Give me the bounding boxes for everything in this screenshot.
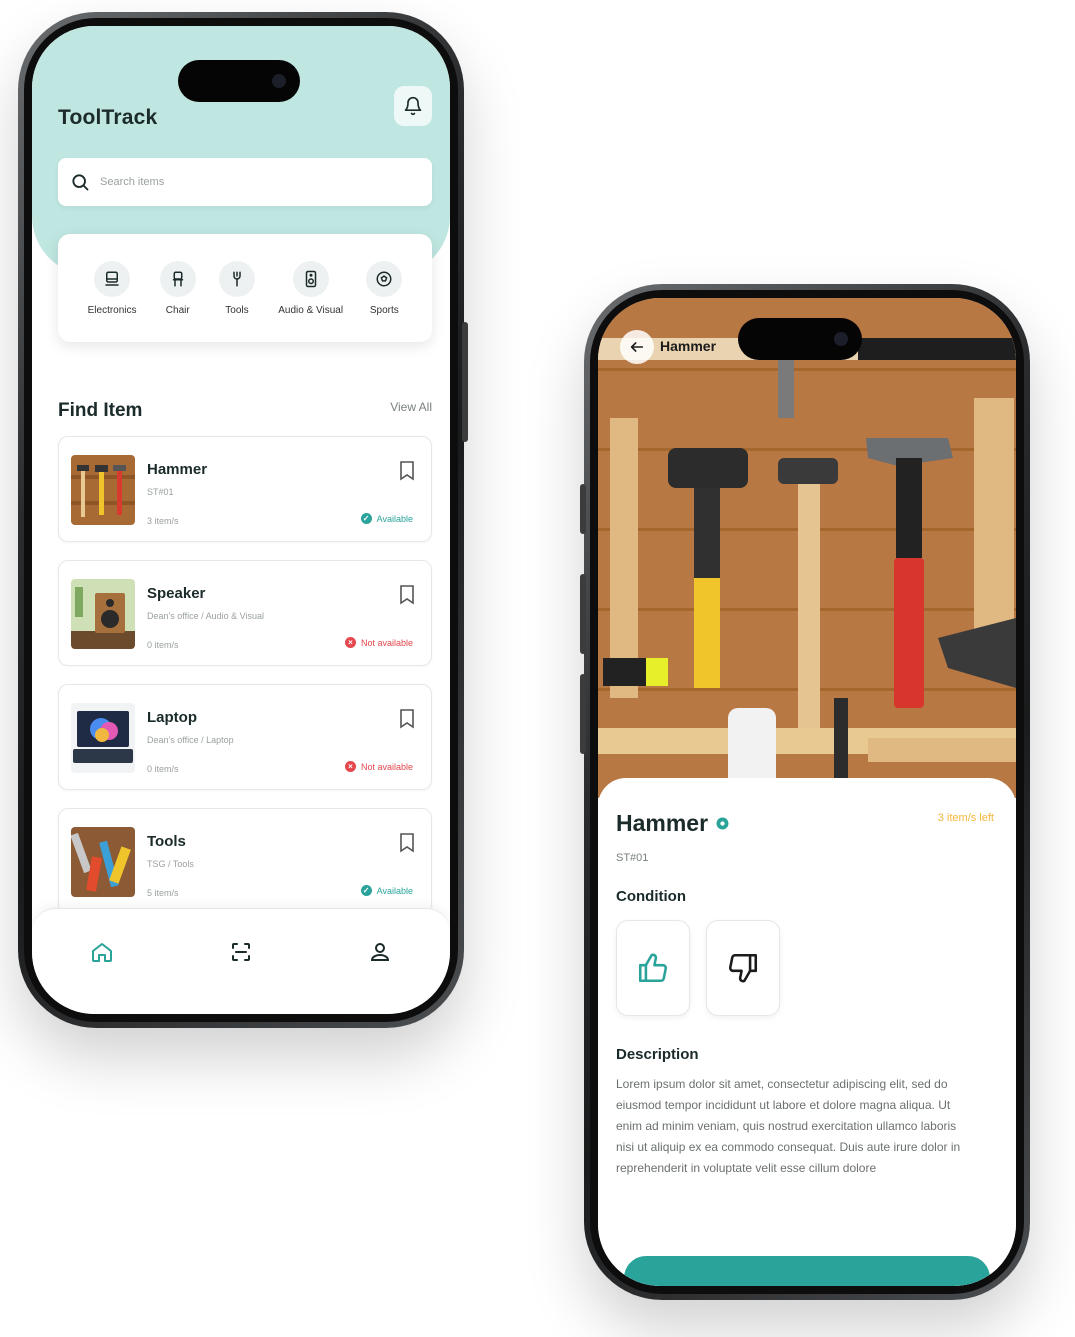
item-photo bbox=[598, 298, 1016, 798]
laptop-thumbnail bbox=[71, 703, 135, 773]
chair-icon bbox=[172, 271, 183, 286]
home-screen: ToolTrack Electronics Chair Tools A bbox=[32, 26, 450, 1014]
dynamic-island bbox=[738, 318, 862, 360]
borrow-button[interactable] bbox=[624, 1256, 990, 1286]
category-bar: Electronics Chair Tools Audio & Visual S… bbox=[58, 234, 432, 342]
scan-icon[interactable] bbox=[229, 940, 253, 964]
items-left-label: 3 item/s left bbox=[937, 812, 994, 824]
category-electronics[interactable]: Electronics bbox=[87, 260, 137, 316]
ball-icon bbox=[376, 271, 392, 286]
item-title: Hammer bbox=[616, 810, 729, 837]
item-card-tools[interactable]: Tools TSG / Tools 5 item/s ✓ Available bbox=[58, 808, 432, 914]
category-audio-visual[interactable]: Audio & Visual bbox=[278, 260, 344, 316]
condition-title: Condition bbox=[616, 888, 686, 905]
section-title: Find Item bbox=[58, 400, 143, 421]
category-sports[interactable]: Sports bbox=[366, 260, 403, 316]
phone-home: ToolTrack Electronics Chair Tools A bbox=[18, 12, 468, 1028]
phone-detail: Hammer Hammer 3 item/s left ST#01 Condit… bbox=[580, 284, 1030, 1300]
item-name: Speaker bbox=[147, 585, 206, 602]
bottom-nav bbox=[32, 908, 450, 1014]
item-card-speaker[interactable]: Speaker Dean's office / Audio & Visual 0… bbox=[58, 560, 432, 666]
power-button bbox=[462, 322, 468, 442]
status-badge: ✓ Available bbox=[360, 885, 413, 896]
header-title: Hammer bbox=[660, 338, 717, 354]
bell-icon bbox=[404, 96, 422, 116]
action-button bbox=[580, 484, 586, 534]
item-location: Dean's office / Audio & Visual bbox=[147, 611, 264, 621]
monitor-icon bbox=[105, 271, 119, 286]
description-text: Lorem ipsum dolor sit amet, consectetur … bbox=[616, 1077, 961, 1175]
bookmark-icon[interactable] bbox=[399, 461, 415, 481]
category-label: Sports bbox=[369, 304, 399, 316]
hammer-thumbnail bbox=[71, 455, 135, 525]
volume-up-button bbox=[580, 574, 586, 654]
status-badge: × Not available bbox=[344, 637, 413, 648]
category-label: Chair bbox=[165, 304, 190, 316]
description-title: Description bbox=[616, 1046, 699, 1063]
check-icon: ✓ bbox=[360, 885, 372, 896]
item-card-laptop[interactable]: Laptop Dean's office / Laptop 0 item/s ×… bbox=[58, 684, 432, 790]
bookmark-icon[interactable] bbox=[399, 585, 415, 605]
thumbs-up-button[interactable] bbox=[616, 920, 690, 1016]
arrow-left-icon bbox=[630, 342, 644, 352]
app-title: ToolTrack bbox=[58, 106, 158, 129]
thumbs-up-icon bbox=[638, 953, 668, 983]
search-input[interactable] bbox=[100, 176, 380, 188]
detail-screen: Hammer Hammer 3 item/s left ST#01 Condit… bbox=[598, 298, 1016, 1286]
wrench-icon bbox=[233, 271, 241, 286]
back-button[interactable] bbox=[620, 330, 654, 364]
dynamic-island bbox=[178, 60, 300, 102]
item-count: 5 item/s bbox=[147, 888, 179, 898]
profile-icon[interactable] bbox=[368, 940, 392, 964]
home-icon[interactable] bbox=[90, 940, 114, 964]
search-icon bbox=[72, 174, 89, 191]
item-location: ST#01 bbox=[147, 487, 174, 497]
search-bar[interactable] bbox=[58, 158, 432, 206]
x-icon: × bbox=[344, 761, 356, 772]
thumbs-down-icon bbox=[728, 953, 758, 983]
item-name: Laptop bbox=[147, 709, 197, 726]
speaker-thumbnail bbox=[71, 579, 135, 649]
item-code: ST#01 bbox=[616, 852, 649, 864]
bookmark-icon[interactable] bbox=[399, 709, 415, 729]
category-label: Audio & Visual bbox=[278, 304, 344, 316]
category-label: Electronics bbox=[87, 304, 137, 316]
status-badge: × Not available bbox=[344, 761, 413, 772]
check-icon: ✓ bbox=[360, 513, 372, 524]
tools-thumbnail bbox=[71, 827, 135, 897]
item-name: Tools bbox=[147, 833, 186, 850]
category-label: Tools bbox=[225, 304, 249, 316]
volume-down-button bbox=[580, 674, 586, 754]
speaker-icon bbox=[305, 270, 316, 287]
item-location: Dean's office / Laptop bbox=[147, 735, 234, 745]
bookmark-icon[interactable] bbox=[399, 833, 415, 853]
item-name: Hammer bbox=[147, 461, 208, 478]
item-count: 0 item/s bbox=[147, 764, 179, 774]
category-tools[interactable]: Tools bbox=[218, 260, 255, 316]
status-badge: ✓ Available bbox=[360, 513, 413, 524]
x-icon: × bbox=[344, 637, 356, 648]
item-count: 3 item/s bbox=[147, 516, 179, 526]
thumbs-down-button[interactable] bbox=[706, 920, 780, 1016]
view-all-link[interactable]: View All bbox=[390, 400, 432, 414]
item-card-hammer[interactable]: Hammer ST#01 3 item/s ✓ Available bbox=[58, 436, 432, 542]
item-location: TSG / Tools bbox=[147, 859, 194, 869]
category-chair[interactable]: Chair bbox=[159, 260, 196, 316]
notification-button[interactable] bbox=[394, 86, 432, 126]
item-count: 0 item/s bbox=[147, 640, 179, 650]
verified-icon bbox=[716, 817, 729, 830]
detail-sheet: Hammer 3 item/s left ST#01 Condition Des… bbox=[598, 778, 1016, 1286]
